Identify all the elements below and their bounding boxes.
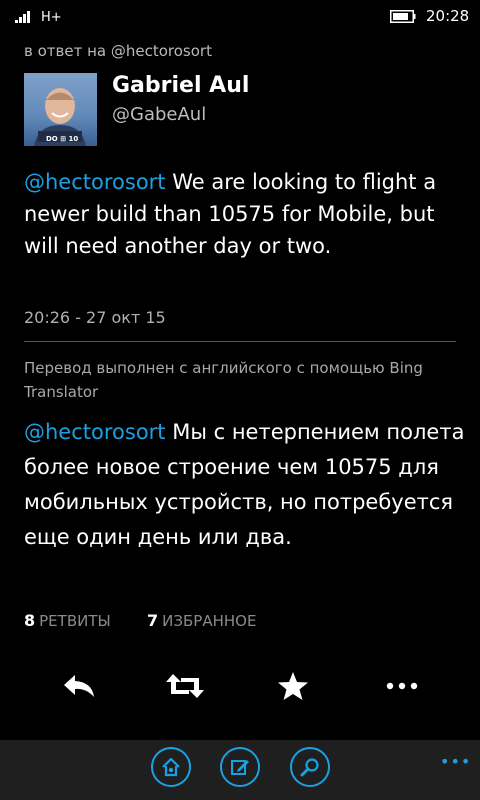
retweets-count: 8 [24, 611, 36, 630]
reply-icon [64, 675, 94, 697]
search-icon [300, 758, 319, 777]
divider [24, 341, 456, 342]
status-bar: H+ 20:28 [0, 0, 480, 32]
tweet-mention-link[interactable]: @hectorosort [24, 170, 166, 194]
avatar[interactable]: DO ⊞ 10 [24, 73, 97, 146]
translated-text: @hectorosort Мы с нетерпением полета бол… [24, 415, 469, 555]
retweets-label: РЕТВИТЫ [39, 612, 111, 630]
author-name[interactable]: Gabriel Aul [112, 73, 249, 98]
reply-to-label[interactable]: в ответ на @hectorosort [24, 42, 212, 60]
home-button[interactable] [151, 747, 191, 787]
status-time: 20:28 [426, 7, 470, 25]
favorites-stat[interactable]: 7 ИЗБРАННОЕ [147, 611, 256, 630]
search-button[interactable] [290, 747, 330, 787]
translation-note: Перевод выполнен с английского с помощью… [24, 359, 423, 401]
more-icon [386, 682, 418, 690]
favorite-button[interactable] [273, 668, 313, 704]
app-bar: ••• [0, 740, 480, 800]
favorites-label: ИЗБРАННОЕ [162, 612, 257, 630]
favorite-star-icon [278, 672, 308, 700]
author-handle[interactable]: @GabeAul [112, 104, 206, 125]
tweet-text: @hectorosort We are looking to flight a … [24, 166, 464, 262]
compose-button[interactable] [220, 747, 260, 787]
retweet-button[interactable] [165, 668, 205, 704]
compose-icon [231, 760, 249, 775]
tweet-timestamp: 20:26 - 27 окт 15 [24, 308, 166, 327]
translated-mention-link[interactable]: @hectorosort [24, 420, 166, 444]
home-icon [162, 757, 180, 777]
avatar-badge-text: DO ⊞ 10 [46, 135, 79, 143]
signal-icon [15, 11, 30, 23]
reply-button[interactable] [59, 668, 99, 704]
favorites-count: 7 [147, 611, 159, 630]
retweets-stat[interactable]: 8 РЕТВИТЫ [24, 611, 111, 630]
more-button[interactable] [382, 668, 422, 704]
battery-icon [390, 10, 416, 23]
retweet-icon [166, 674, 204, 698]
network-type: H+ [41, 10, 62, 25]
app-bar-more-button[interactable]: ••• [440, 752, 471, 771]
